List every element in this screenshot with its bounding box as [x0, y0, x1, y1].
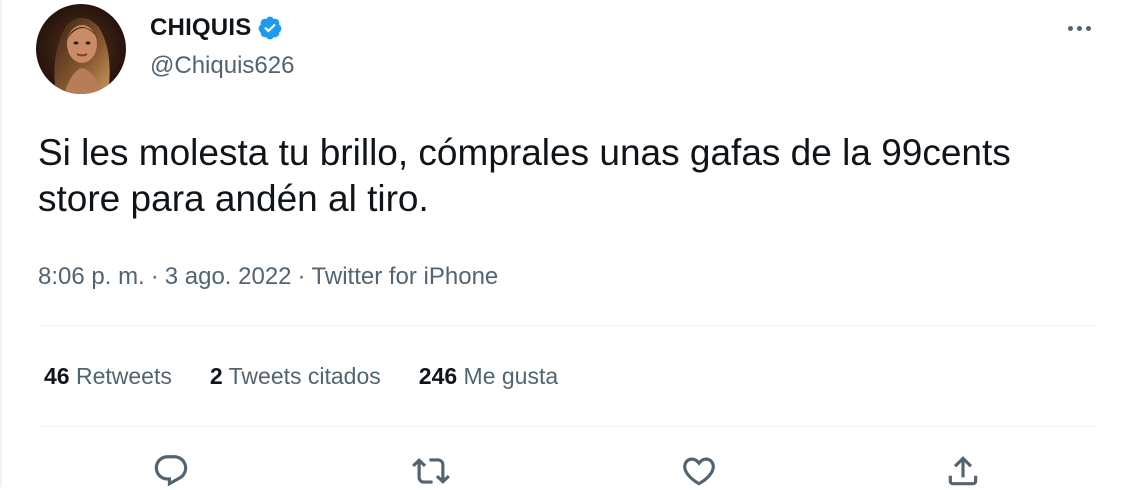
verified-badge-icon — [257, 15, 283, 41]
retweets-label: Retweets — [75, 363, 172, 389]
share-icon — [948, 456, 978, 486]
retweet-button[interactable] — [412, 452, 450, 490]
more-options-icon[interactable] — [1062, 18, 1096, 38]
timeline-border — [0, 0, 2, 487]
author-name-row[interactable]: CHIQUIS — [150, 14, 283, 42]
author-display-name[interactable]: CHIQUIS — [150, 14, 251, 42]
likes-label: Me gusta — [463, 363, 559, 389]
like-button[interactable] — [680, 452, 718, 490]
share-button[interactable] — [944, 452, 982, 490]
quotes-stat[interactable]: 2 Tweets citados — [210, 363, 381, 390]
meta-separator: · — [297, 263, 306, 290]
retweets-stat[interactable]: 46 Retweets — [44, 363, 172, 390]
quotes-count: 2 — [209, 363, 223, 389]
likes-count: 246 — [418, 363, 458, 389]
avatar[interactable] — [36, 4, 126, 94]
divider — [38, 325, 1096, 326]
divider — [38, 426, 1096, 427]
tweet-meta: 8:06 p. m. · 3 ago. 2022 · Twitter for iPhon… — [38, 263, 498, 291]
reply-button[interactable] — [152, 452, 190, 490]
tweet-date[interactable]: 3 ago. 2022 — [165, 263, 292, 290]
more-dot — [1067, 25, 1073, 31]
retweet-icon — [412, 458, 450, 484]
reply-icon — [154, 455, 188, 487]
retweets-count: 46 — [44, 363, 70, 389]
tweet-text: Si les molesta tu brillo, cómprales unas… — [38, 132, 1011, 219]
meta-separator: · — [150, 263, 159, 290]
like-icon — [683, 457, 715, 486]
more-dot — [1085, 25, 1091, 31]
more-dot — [1076, 25, 1082, 31]
likes-stat[interactable]: 246 Me gusta — [419, 363, 558, 390]
tweet-actions — [0, 452, 1136, 487]
quotes-label: Tweets citados — [228, 363, 381, 389]
avatar-image — [36, 4, 126, 94]
tweet-time[interactable]: 8:06 p. m. — [38, 263, 145, 290]
tweet-source[interactable]: Twitter for iPhone — [312, 263, 499, 290]
tweet-stats: 46 Retweets 2 Tweets citados 246 Me gust… — [44, 363, 558, 390]
author-handle[interactable]: @Chiquis626 — [150, 52, 294, 80]
